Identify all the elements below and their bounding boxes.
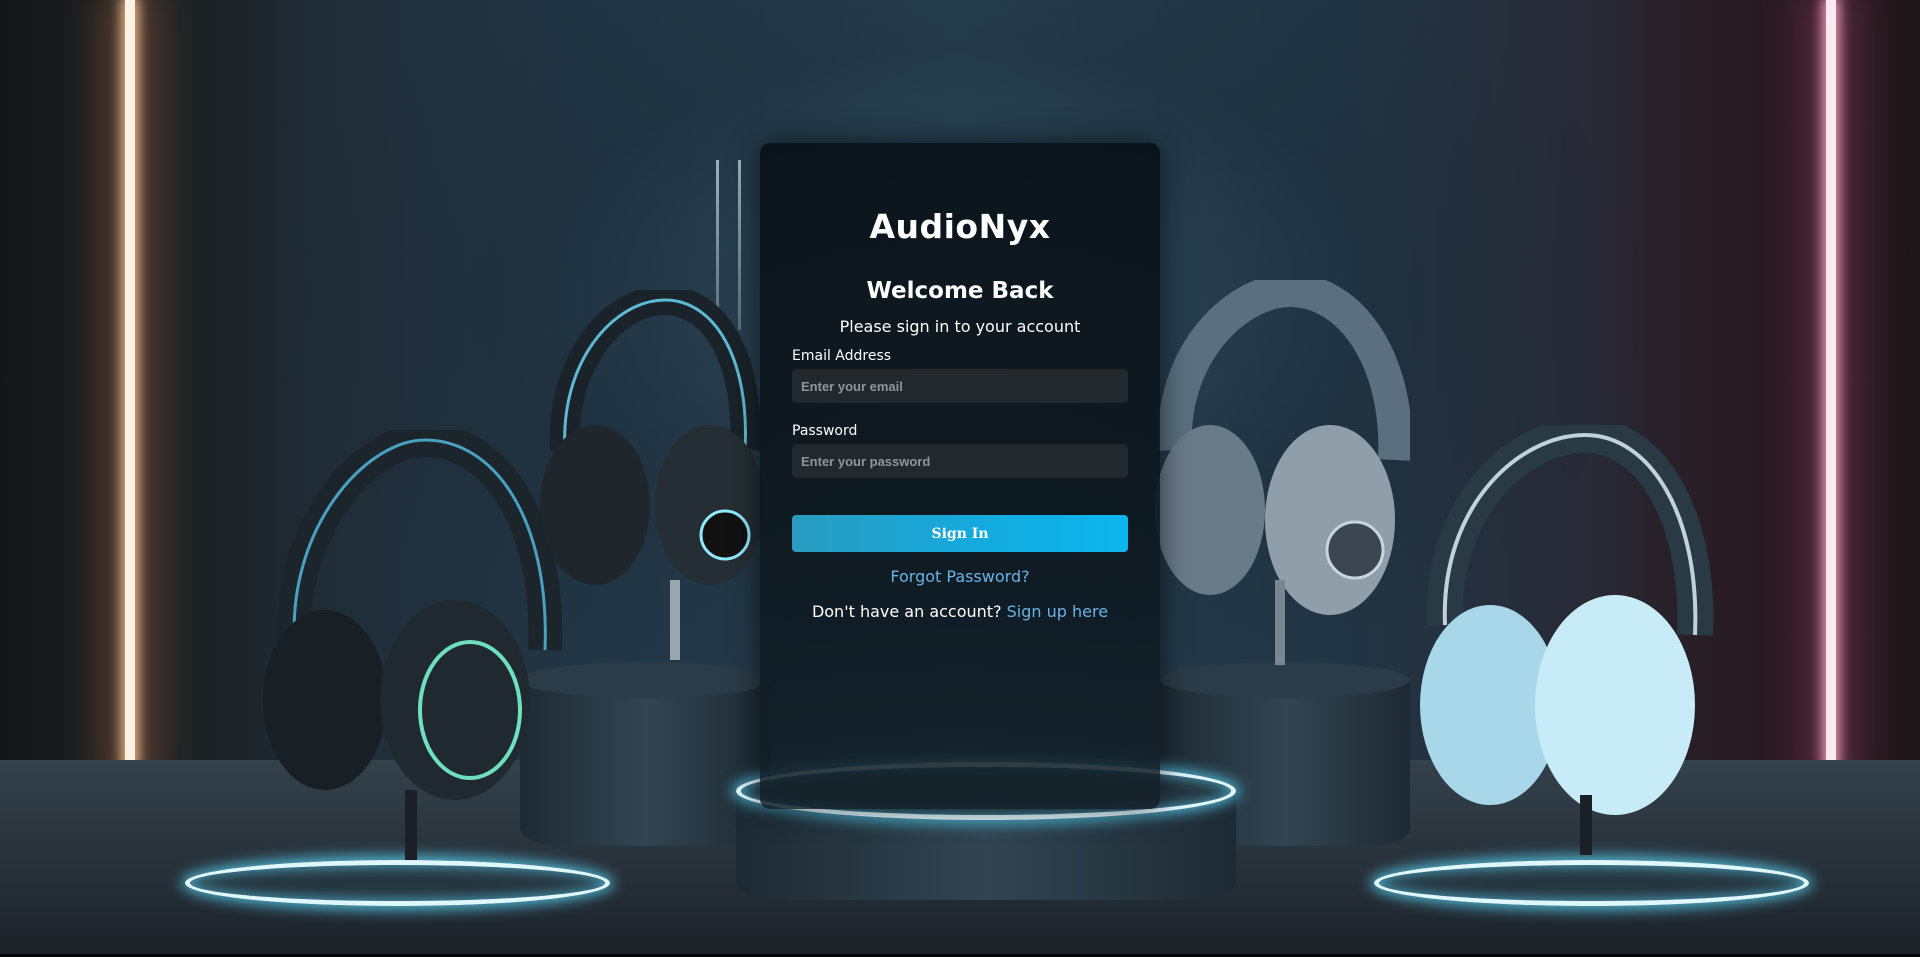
page-title: Welcome Back: [866, 278, 1054, 304]
neon-light-strip-right: [1826, 0, 1836, 780]
neon-light-strip-left: [125, 0, 135, 780]
glowing-pedestal-right: [1374, 860, 1809, 906]
forgot-password-link[interactable]: Forgot Password?: [792, 566, 1128, 588]
email-label: Email Address: [792, 348, 892, 364]
brand-logo: AudioNyx: [869, 207, 1051, 246]
email-field[interactable]: [792, 369, 1128, 403]
password-field[interactable]: [792, 444, 1128, 478]
sign-up-link[interactable]: Sign up here: [1007, 602, 1108, 621]
login-card: AudioNyx Welcome Back Please sign in to …: [760, 143, 1160, 809]
headset-image-front-right: [1420, 425, 1714, 855]
headset-image-back-left: [540, 290, 765, 660]
page-subtitle: Please sign in to your account: [839, 317, 1081, 336]
sign-in-button[interactable]: Sign In: [792, 515, 1128, 552]
headset-image-back-right: [1155, 280, 1410, 665]
signup-row: Don't have an account? Sign up here: [792, 601, 1128, 623]
signup-prompt: Don't have an account?: [811, 602, 1007, 621]
password-label: Password: [792, 423, 858, 439]
glowing-pedestal-left: [185, 860, 610, 906]
headset-image-front-left: [263, 430, 563, 860]
